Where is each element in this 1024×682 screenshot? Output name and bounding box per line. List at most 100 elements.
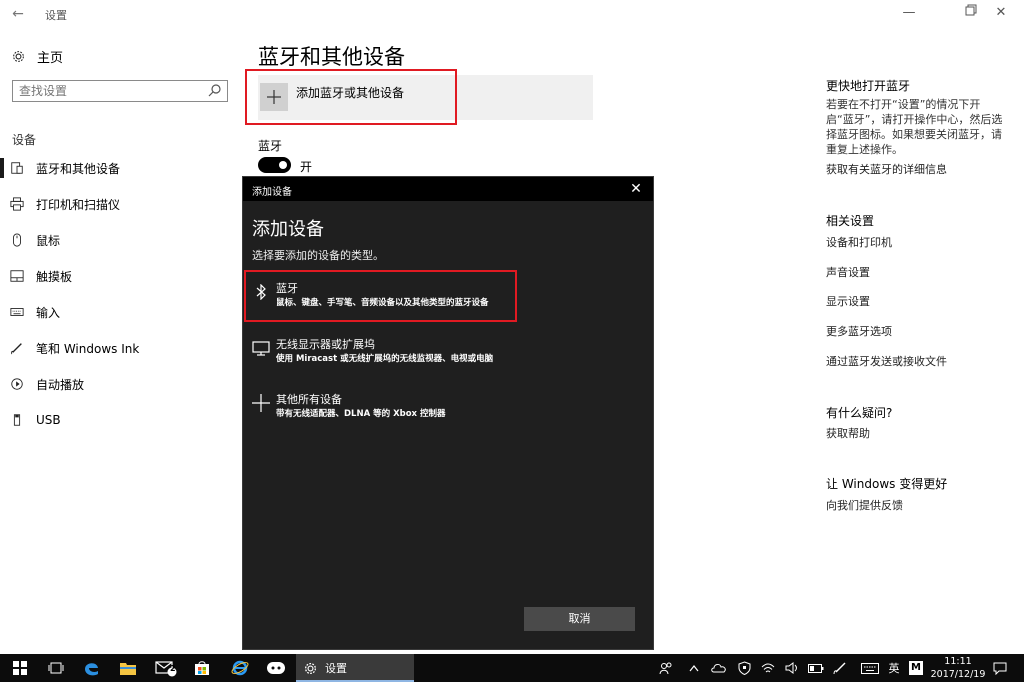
dialog-close-icon[interactable]: ✕ [627,180,645,198]
sidebar-item-label: 输入 [36,305,61,320]
option-title: 其他所有设备 [276,393,342,406]
clock-time: 11:11 [944,656,972,667]
sidebar-item-autoplay[interactable]: 自动播放 [0,372,240,396]
edge-icon [85,663,98,676]
quick-bluetooth-text: 若要在不打开“设置”的情况下开启“蓝牙”，请打开操作中心，然后选择蓝牙图标。如果… [826,98,1003,156]
sidebar-item-label: 蓝牙和其他设备 [36,161,121,176]
quick-bluetooth-heading: 更快地打开蓝牙 [826,79,911,93]
controller-icon [267,662,285,674]
sidebar-item-bluetooth[interactable]: 蓝牙和其他设备 [0,156,240,180]
input-language-indicator[interactable]: 英 [884,654,904,682]
sidebar-item-label: 打印机和扫描仪 [36,197,121,212]
game-app-button[interactable] [260,654,292,682]
dialog-heading: 添加设备 [252,219,324,240]
windows-logo-icon [13,661,27,675]
internet-explorer-icon [231,660,249,676]
related-settings-heading: 相关设置 [826,214,875,228]
touch-keyboard-icon[interactable] [858,654,882,682]
related-link-sound[interactable]: 声音设置 [826,264,870,280]
highlight-box-add-device [245,69,457,125]
improve-windows-heading: 让 Windows 变得更好 [826,477,948,491]
feedback-link[interactable]: 向我们提供反馈 [826,497,903,513]
gear-icon [304,662,317,674]
settings-taskbar-label: 设置 [325,662,347,675]
mail-badge: 2 [170,664,176,673]
cancel-button[interactable]: 取消 [524,607,635,631]
action-center-icon[interactable] [990,654,1010,682]
autoplay-icon [11,378,23,390]
related-link-send-receive[interactable]: 通过蓝牙发送或接收文件 [826,353,947,369]
gear-icon [13,50,24,62]
sidebar-item-pen[interactable]: 笔和 Windows Ink [0,336,240,360]
home-label: 主页 [37,50,64,66]
usb-icon [13,414,21,426]
tray-expand-chevron-icon[interactable] [684,654,704,682]
option-title: 无线显示器或扩展坞 [276,338,375,351]
question-heading: 有什么疑问? [826,406,893,420]
search-input[interactable] [13,81,203,101]
defender-icon[interactable] [734,654,754,682]
task-view-icon [48,662,64,674]
sidebar-item-usb[interactable]: USB [0,408,240,432]
window-titlebar: ← 设置 — ✕ [0,0,1024,28]
edge-button[interactable] [76,654,108,682]
taskbar-clock[interactable]: 11:11 2017/12/19 [928,655,988,681]
pen-workspace-icon[interactable] [830,654,850,682]
store-icon [195,661,209,675]
sidebar-item-label: USB [36,413,61,427]
bluetooth-toggle-state: 开 [300,160,313,174]
bluetooth-heading: 蓝牙 [258,139,283,153]
window-title: 设置 [45,9,67,22]
get-help-link[interactable]: 获取帮助 [826,425,870,441]
touchpad-icon [10,270,24,282]
page-title: 蓝牙和其他设备 [258,45,405,69]
plus-icon [251,393,271,413]
dialog-titlebar: 添加设备 ✕ [243,177,653,201]
ie-button[interactable] [224,654,256,682]
sidebar-item-label: 触摸板 [36,269,73,284]
task-view-button[interactable] [40,654,72,682]
ime-mode-label: M [909,661,923,675]
volume-icon[interactable] [782,654,802,682]
ime-mode-indicator[interactable]: M [906,654,926,682]
bluetooth-devices-icon [11,162,23,174]
sidebar-item-mouse[interactable]: 鼠标 [0,228,240,252]
close-button[interactable]: ✕ [978,0,1024,28]
back-arrow-icon[interactable]: ← [8,4,28,24]
mouse-icon [13,233,21,247]
sidebar-item-touchpad[interactable]: 触摸板 [0,264,240,288]
sidebar-item-label: 鼠标 [36,233,61,248]
clock-date: 2017/12/19 [930,669,986,680]
sidebar-item-typing[interactable]: 输入 [0,300,240,324]
minimize-button[interactable]: — [886,0,932,28]
home-link[interactable]: 主页 [12,46,63,66]
taskbar: 2 设置 英 M 11:11 2017/12/19 [0,654,1024,682]
file-explorer-button[interactable] [112,654,144,682]
mail-button[interactable]: 2 [150,654,182,682]
bluetooth-toggle[interactable] [258,157,291,173]
option-desc: 使用 Miracast 或无线扩展坞的无线监视器、电视或电脑 [276,354,494,364]
search-box[interactable] [12,80,228,102]
dialog-title: 添加设备 [252,187,292,198]
sidebar-item-printers[interactable]: 打印机和扫描仪 [0,192,240,216]
related-link-more-bluetooth[interactable]: 更多蓝牙选项 [826,323,892,339]
search-icon[interactable] [207,82,223,100]
option-wireless-display[interactable]: 无线显示器或扩展坞 使用 Miracast 或无线扩展坞的无线监视器、电视或电脑 [245,330,651,376]
sidebar-item-label: 笔和 Windows Ink [36,341,140,356]
wifi-icon[interactable] [758,654,778,682]
store-button[interactable] [186,654,218,682]
option-everything-else[interactable]: 其他所有设备 带有无线适配器、DLNA 等的 Xbox 控制器 [245,385,651,431]
settings-taskbar-button[interactable]: 设置 [296,654,414,682]
onedrive-icon[interactable] [708,654,730,682]
sidebar-item-label: 自动播放 [36,377,85,392]
people-icon[interactable] [656,654,676,682]
add-device-dialog: 添加设备 ✕ 添加设备 选择要添加的设备的类型。 蓝牙 鼠标、键盘、手写笔、音频… [242,176,654,650]
start-button[interactable] [0,654,40,682]
settings-sidebar: 主页 设备 蓝牙和其他设备 打印机和扫描仪 鼠标 触摸板 输入 笔和 Windo… [0,28,240,654]
related-link-devices-printers[interactable]: 设备和打印机 [826,234,892,250]
option-desc: 带有无线适配器、DLNA 等的 Xbox 控制器 [276,409,446,419]
battery-icon[interactable] [806,654,826,682]
bluetooth-info-link[interactable]: 获取有关蓝牙的详细信息 [826,161,947,177]
related-link-display[interactable]: 显示设置 [826,293,870,309]
monitor-icon [251,338,271,358]
